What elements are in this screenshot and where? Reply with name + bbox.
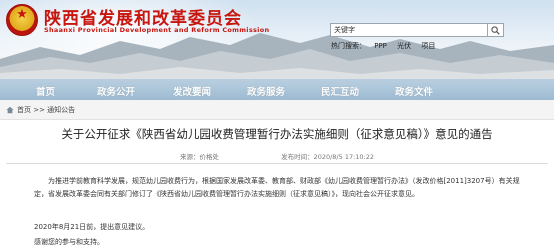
search-button[interactable] [488, 23, 504, 37]
header-banner: 陕西省发展和改革委员会 Shaanxi Provincial Developme… [0, 0, 554, 79]
nav-item-documents[interactable]: 政务文件 [395, 84, 433, 98]
article-source: 来源：价格处 [179, 153, 219, 161]
nav-item-home[interactable]: 首页 [36, 84, 55, 98]
search-icon [491, 25, 500, 35]
nav-item-news[interactable]: 发改要闻 [173, 84, 211, 98]
article-paragraph: 感谢您的参与和支持。 [34, 238, 104, 246]
hot-search-link[interactable]: 项目 [421, 42, 435, 50]
home-icon [6, 106, 14, 114]
breadcrumb: 首页 >> 通知公告 [6, 105, 75, 115]
search-bar [330, 23, 504, 37]
main-nav: 首页 政务公开 发改要闻 政务服务 民汇互动 政务文件 [0, 79, 554, 100]
breadcrumb-text[interactable]: 首页 >> 通知公告 [17, 105, 75, 115]
article-meta: 来源：价格处 发布时间：2020/8/5 17:10:22 [0, 151, 554, 161]
nav-item-gov-affairs[interactable]: 政务公开 [97, 84, 135, 98]
article-title: 关于公开征求《陕西省幼儿园收费管理暂行办法实施细则（征求意见稿）》意见的通告 [61, 127, 493, 141]
national-emblem-icon [6, 4, 38, 36]
hot-search-link[interactable]: 光伏 [397, 42, 411, 50]
nav-item-interaction[interactable]: 民汇互动 [321, 84, 359, 98]
article-paragraph: 为推进学前教育科学发展，规范幼儿园收费行为，根据国家发展改革委、教育部、财政部《… [34, 177, 520, 198]
breadcrumb-row: 首页 >> 通知公告 [0, 100, 554, 120]
divider [6, 163, 548, 164]
nav-item-services[interactable]: 政务服务 [247, 84, 285, 98]
hot-search: 热门搜索： PPP 光伏 项目 [331, 41, 443, 51]
hot-search-label: 热门搜索： [331, 42, 366, 50]
page: 陕西省发展和改革委员会 Shaanxi Provincial Developme… [0, 0, 554, 249]
article-paragraph: 2020年8月21日前，提出意见建议。 [34, 223, 150, 231]
search-input[interactable] [330, 23, 488, 37]
site-subtitle: Shaanxi Provincial Development and Refor… [44, 26, 270, 34]
hot-search-link[interactable]: PPP [374, 42, 387, 50]
article-time: 发布时间：2020/8/5 17:10:22 [281, 153, 375, 161]
